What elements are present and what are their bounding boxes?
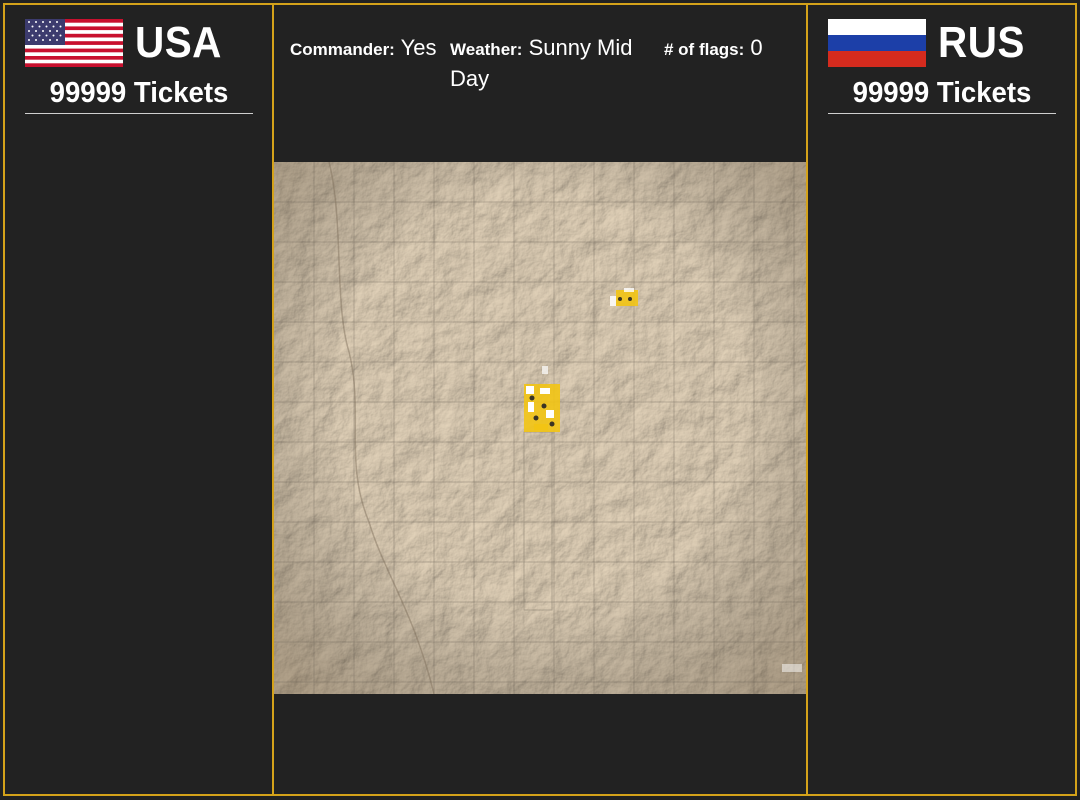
- weather-info: Weather: Sunny Mid Day: [450, 33, 640, 93]
- team-panel-usa: USA 99999 Tickets: [3, 3, 274, 796]
- team-divider-usa: [25, 113, 253, 114]
- tickets-usa: 99999 Tickets: [49, 77, 229, 109]
- flags-label: # of flags:: [664, 40, 745, 59]
- flags-value: 0: [750, 35, 763, 60]
- weather-label: Weather:: [450, 40, 523, 59]
- russia-flag-icon: [828, 19, 926, 67]
- usa-flag-icon: [25, 19, 123, 67]
- team-panel-rus: RUS 99999 Tickets: [806, 3, 1077, 796]
- map-terrain-svg: [274, 162, 806, 694]
- tickets-rus: 99999 Tickets: [852, 77, 1032, 109]
- flags-info: # of flags: 0: [664, 33, 763, 64]
- terrain-map[interactable]: [274, 162, 806, 694]
- team-name-rus: RUS: [938, 18, 1025, 67]
- commander-label: Commander:: [290, 40, 395, 59]
- commander-info: Commander: Yes: [290, 33, 436, 64]
- commander-value: Yes: [400, 35, 437, 60]
- team-name-usa: USA: [135, 18, 222, 67]
- team-divider-rus: [828, 113, 1056, 114]
- match-info-panel: Commander: Yes Weather: Sunny Mid Day # …: [272, 3, 808, 796]
